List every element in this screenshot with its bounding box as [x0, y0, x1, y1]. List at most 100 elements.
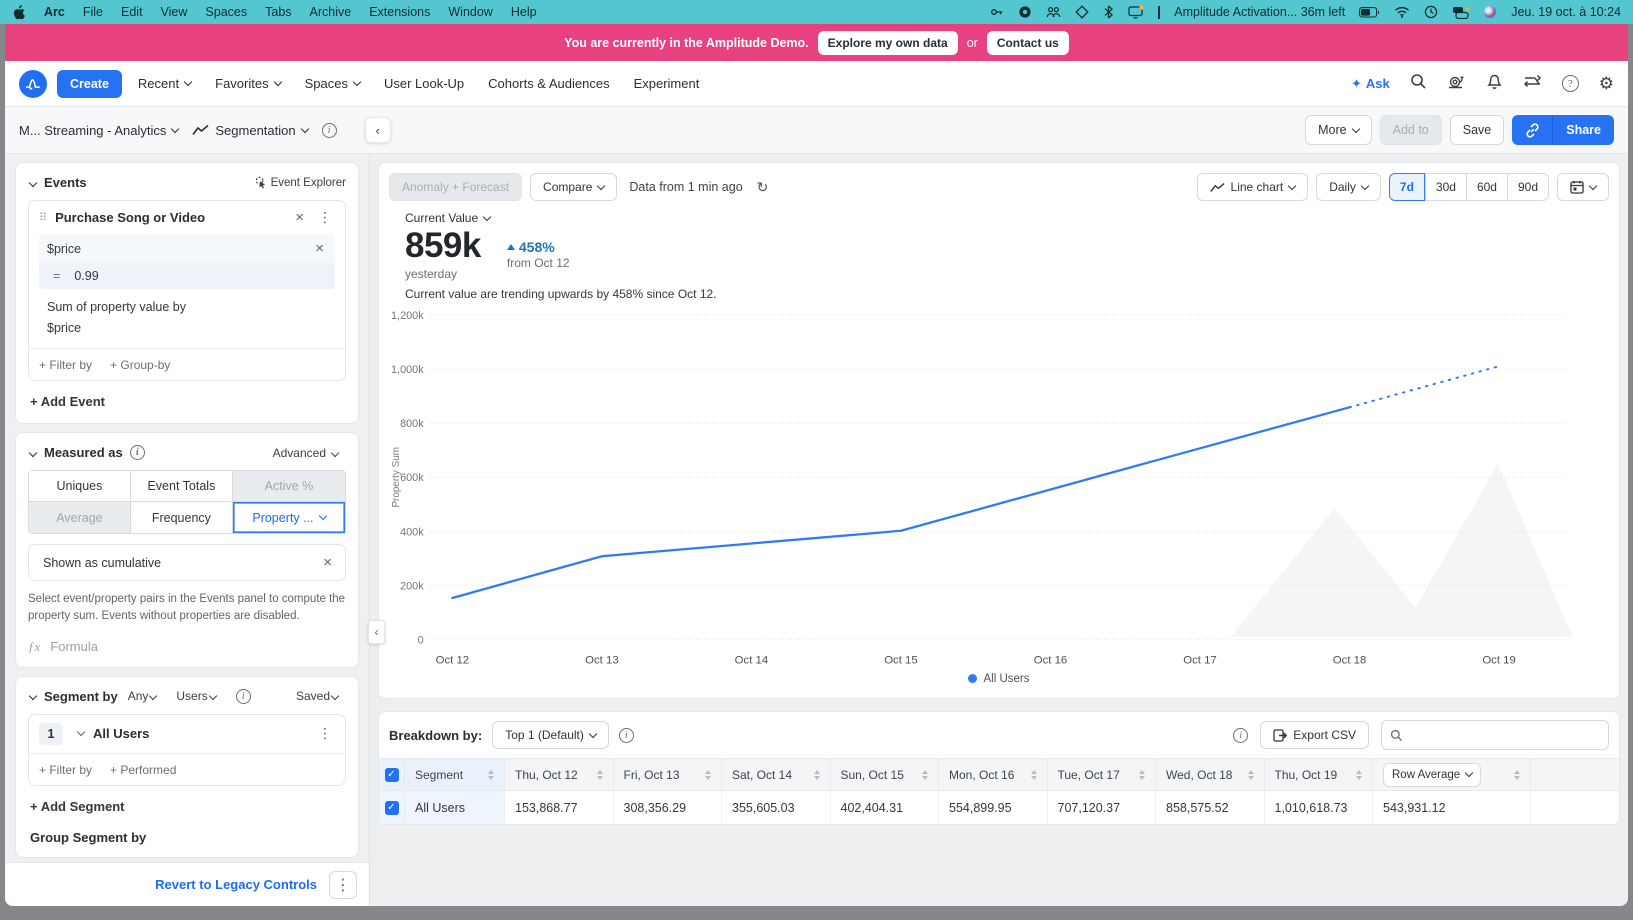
- collapse-segment-chevron[interactable]: [29, 692, 37, 700]
- info-icon[interactable]: i: [130, 445, 145, 460]
- logo-dot-icon[interactable]: [1018, 5, 1032, 19]
- calendar-dropdown[interactable]: [1557, 173, 1609, 201]
- col-oct14[interactable]: Sat, Oct 14: [722, 758, 831, 791]
- table-search-input[interactable]: [1409, 728, 1600, 742]
- nav-user-lookup[interactable]: User Look-Up: [384, 76, 464, 91]
- collapse-measured-chevron[interactable]: [29, 449, 37, 457]
- performed-button[interactable]: + Performed: [110, 763, 176, 777]
- menu-edit[interactable]: Edit: [121, 5, 143, 19]
- sort-icon[interactable]: [1248, 770, 1254, 780]
- event-explorer-button[interactable]: Event Explorer: [254, 176, 346, 189]
- route-icon[interactable]: [1523, 73, 1542, 94]
- metric-dropdown[interactable]: Current Value: [405, 211, 1609, 225]
- sort-icon[interactable]: [1356, 770, 1362, 780]
- drag-handle-icon[interactable]: ⠿: [39, 211, 47, 224]
- menu-file[interactable]: File: [83, 5, 103, 19]
- users-dropdown[interactable]: Users: [176, 689, 223, 703]
- chevron-down-icon[interactable]: [77, 728, 85, 736]
- wifi-icon[interactable]: [1394, 6, 1410, 18]
- more-button[interactable]: More: [1305, 115, 1371, 145]
- nav-spaces[interactable]: Spaces: [305, 76, 360, 91]
- menu-archive[interactable]: Archive: [310, 5, 352, 19]
- option-active-pct[interactable]: Active %: [233, 471, 345, 502]
- user-switch-icon[interactable]: [1452, 6, 1469, 19]
- range-30d[interactable]: 30d: [1425, 173, 1466, 201]
- amplitude-logo[interactable]: [19, 70, 47, 98]
- any-dropdown[interactable]: Any: [128, 689, 165, 703]
- menu-help[interactable]: Help: [511, 5, 537, 19]
- key-icon[interactable]: [990, 5, 1004, 19]
- revert-legacy-link[interactable]: Revert to Legacy Controls: [155, 877, 317, 892]
- ask-button[interactable]: ✦Ask: [1351, 76, 1390, 92]
- gear-icon[interactable]: ⚙: [1599, 74, 1614, 94]
- help-icon[interactable]: ?: [1562, 75, 1579, 92]
- sort-icon[interactable]: [1514, 770, 1520, 780]
- line-chart[interactable]: 0200k400k600k800k1,000k1,200kProperty Su…: [389, 305, 1609, 673]
- granularity-dropdown[interactable]: Daily: [1316, 173, 1381, 201]
- apple-icon[interactable]: [12, 5, 26, 20]
- option-event-totals[interactable]: Event Totals: [131, 471, 233, 502]
- nav-cohorts-audiences[interactable]: Cohorts & Audiences: [488, 76, 609, 91]
- display-icon[interactable]: [1128, 5, 1144, 19]
- cell-segment[interactable]: All Users: [405, 791, 505, 824]
- col-oct16[interactable]: Mon, Oct 16: [939, 758, 1048, 791]
- copy-link-button[interactable]: [1512, 115, 1553, 145]
- col-oct19[interactable]: Thu, Oct 19: [1265, 758, 1374, 791]
- sort-icon[interactable]: [922, 770, 928, 780]
- segment-filter-by-button[interactable]: + Filter by: [39, 763, 92, 777]
- siri-icon[interactable]: [1483, 5, 1497, 19]
- col-oct13[interactable]: Fri, Oct 13: [614, 758, 723, 791]
- anomaly-forecast-button[interactable]: Anomaly + Forecast: [389, 173, 522, 201]
- chart-style-dropdown[interactable]: Line chart: [1197, 173, 1309, 201]
- create-button[interactable]: Create: [57, 70, 122, 98]
- select-all-checkbox[interactable]: ✓: [385, 768, 399, 782]
- bluetooth-icon[interactable]: [1103, 5, 1114, 19]
- menu-tabs[interactable]: Tabs: [265, 5, 291, 19]
- col-oct17[interactable]: Tue, Oct 17: [1048, 758, 1157, 791]
- sort-icon[interactable]: [705, 770, 711, 780]
- row-checkbox[interactable]: ✓: [385, 801, 399, 815]
- range-7d[interactable]: 7d: [1389, 173, 1425, 201]
- col-oct15[interactable]: Sun, Oct 15: [831, 758, 940, 791]
- collapse-events-chevron[interactable]: [29, 178, 37, 186]
- menu-extensions[interactable]: Extensions: [369, 5, 430, 19]
- property-filter-row[interactable]: = 0.99: [39, 263, 335, 289]
- remove-event-icon[interactable]: ×: [292, 209, 307, 226]
- range-90d[interactable]: 90d: [1507, 173, 1549, 201]
- advanced-dropdown[interactable]: Advanced: [273, 446, 346, 460]
- event-name[interactable]: Purchase Song or Video: [55, 210, 284, 225]
- event-property-row[interactable]: $price ×: [39, 234, 335, 263]
- segment-number-badge[interactable]: 1: [39, 723, 63, 745]
- col-oct18[interactable]: Wed, Oct 18: [1156, 758, 1265, 791]
- saved-dropdown[interactable]: Saved: [296, 689, 346, 703]
- info-icon[interactable]: i: [236, 689, 251, 704]
- menubar-clock[interactable]: Jeu. 19 oct. à 10:24: [1511, 5, 1621, 19]
- project-dropdown[interactable]: M... Streaming - Analytics: [19, 123, 178, 138]
- sort-icon[interactable]: [597, 770, 603, 780]
- sidebar-scroll-area[interactable]: Events Event Explorer ⠿ Purchase Song or…: [5, 154, 369, 862]
- info-icon[interactable]: i: [322, 123, 337, 138]
- export-csv-button[interactable]: Export CSV: [1260, 721, 1369, 749]
- add-segment-button[interactable]: + Add Segment: [30, 799, 344, 814]
- sort-icon[interactable]: [488, 770, 494, 780]
- menu-arc[interactable]: Arc: [44, 5, 65, 19]
- sort-icon[interactable]: [1031, 770, 1037, 780]
- activation-timer[interactable]: Amplitude Activation... 36m left: [1174, 5, 1345, 19]
- battery-icon[interactable]: [1359, 7, 1380, 18]
- compare-button[interactable]: Compare: [530, 173, 617, 201]
- col-oct12[interactable]: Thu, Oct 12: [505, 758, 614, 791]
- col-segment[interactable]: Segment: [405, 758, 505, 791]
- footer-more-button[interactable]: ⋮: [329, 871, 357, 899]
- nav-favorites[interactable]: Favorites: [215, 76, 280, 91]
- event-more-icon[interactable]: ⋮: [315, 209, 335, 226]
- search-icon[interactable]: [1410, 73, 1427, 95]
- add-to-button[interactable]: Add to: [1380, 115, 1442, 145]
- people-icon[interactable]: [1046, 5, 1061, 19]
- group-by-button[interactable]: + Group-by: [110, 358, 170, 372]
- sort-icon[interactable]: [1139, 770, 1145, 780]
- option-average[interactable]: Average: [29, 502, 131, 533]
- sort-icon[interactable]: [814, 770, 820, 780]
- formula-button[interactable]: ƒx Formula: [28, 639, 346, 655]
- contact-us-button[interactable]: Contact us: [987, 31, 1069, 55]
- save-button[interactable]: Save: [1450, 115, 1505, 145]
